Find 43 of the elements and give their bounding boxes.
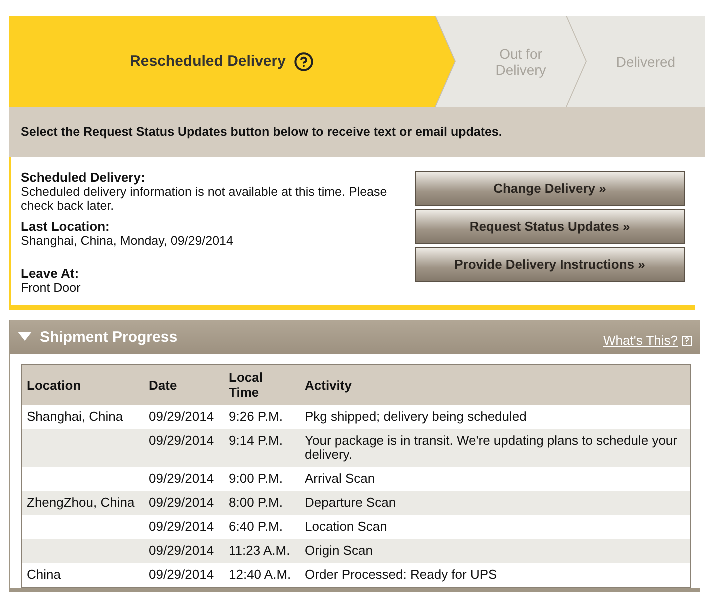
table-cell: 6:40 P.M. xyxy=(229,519,283,534)
table-cell: Location Scan xyxy=(305,519,388,534)
table-cell: Origin Scan xyxy=(305,543,373,558)
progress-step: Rescheduled Delivery xyxy=(9,16,455,107)
detail-label: Scheduled Delivery: xyxy=(21,170,146,185)
action-button[interactable]: Change Delivery » xyxy=(415,171,685,206)
action-button[interactable]: Provide Delivery Instructions » xyxy=(415,247,685,282)
column-header: Location xyxy=(22,364,144,405)
table-cell: 09/29/2014 xyxy=(149,409,214,424)
table-cell: China xyxy=(27,567,61,582)
table-cell: 09/29/2014 xyxy=(149,433,214,448)
table-cell: 9:14 P.M. xyxy=(229,433,283,448)
detail-label: Leave At: xyxy=(21,266,80,281)
column-header: Date xyxy=(144,364,224,405)
table-cell: Arrival Scan xyxy=(305,471,376,486)
table-cell: 12:40 A.M. xyxy=(229,567,292,582)
table-cell: 09/29/2014 xyxy=(149,567,214,582)
table-cell: 11:23 A.M. xyxy=(229,543,290,558)
action-button[interactable]: Request Status Updates » xyxy=(415,209,685,244)
table-cell: Your package is in transit. We're updating plans to schedule your delivery. xyxy=(305,433,678,462)
table-cell: 09/29/2014 xyxy=(149,519,214,534)
detail-label: Last Location: xyxy=(21,219,111,234)
table-cell: 09/29/2014 xyxy=(149,495,214,510)
table-cell: 9:26 P.M. xyxy=(229,409,283,424)
progress-step: Delivered xyxy=(567,16,705,107)
detail-value: Front Door xyxy=(21,281,82,295)
table-cell: Pkg shipped; delivery being scheduled xyxy=(305,409,527,424)
detail-value: Shanghai, China, Monday, 09/29/2014 xyxy=(21,234,234,248)
table-cell: Departure Scan xyxy=(305,495,396,510)
collapse-arrow-icon[interactable] xyxy=(18,332,32,342)
column-header: Local Time xyxy=(224,364,300,405)
table-cell: Order Processed: Ready for UPS xyxy=(305,567,498,582)
table-cell: 9:00 P.M. xyxy=(229,471,283,486)
table-cell: 8:00 P.M. xyxy=(229,495,283,510)
help-icon[interactable] xyxy=(294,52,314,72)
notice-banner: Select the Request Status Updates button below to receive text or email updates. xyxy=(9,107,705,157)
table-cell: Shanghai, China xyxy=(27,409,124,424)
table-cell: ZhengZhou, China xyxy=(27,495,135,510)
table-cell: 09/29/2014 xyxy=(149,543,214,558)
table-cell: 09/29/2014 xyxy=(149,471,214,486)
detail-value: Scheduled delivery information is not available at this time. Please check back later. xyxy=(21,185,388,213)
column-header: Activity xyxy=(300,364,690,405)
panel-title: Shipment Progress xyxy=(40,328,178,346)
